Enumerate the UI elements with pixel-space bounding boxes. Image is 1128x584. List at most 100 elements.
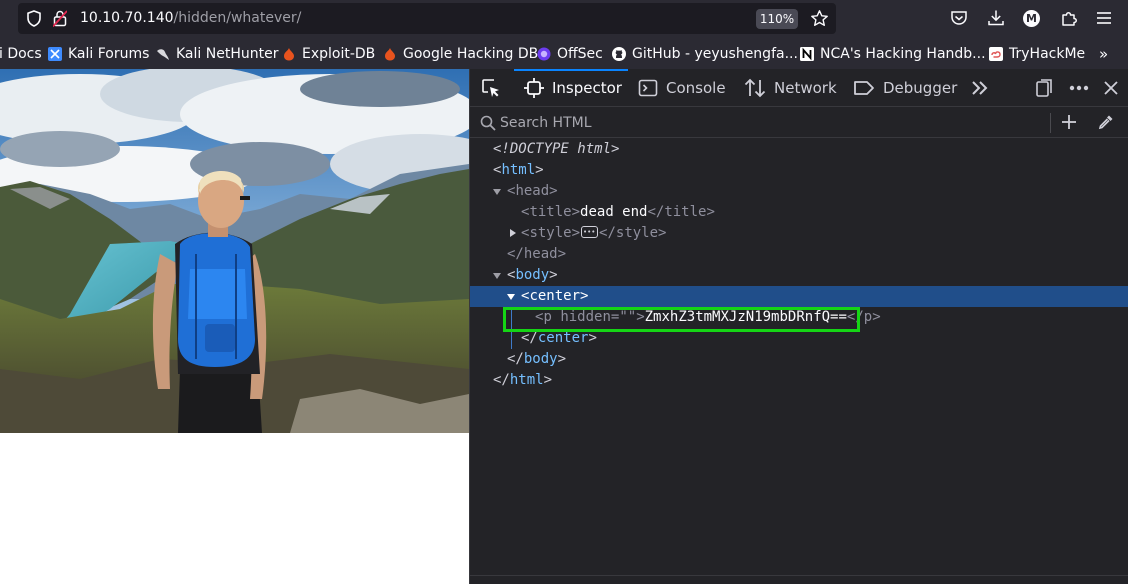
url-bar[interactable]: 10.10.70.140/hidden/whatever/ 110% xyxy=(18,3,836,34)
style-tag-name: style xyxy=(529,225,572,241)
bookmark-label: Kali Forums xyxy=(68,45,150,62)
search-html-input[interactable] xyxy=(500,113,1040,133)
devtools-toolbar: Inspector Console Network Debugger xyxy=(470,69,1128,107)
center-close-tag-name: center xyxy=(537,330,589,346)
zoom-level-button[interactable]: 110% xyxy=(756,9,798,29)
devtools-options-ellipsis-icon[interactable] xyxy=(1068,69,1090,107)
element-picker-icon[interactable] xyxy=(480,69,502,107)
style-node[interactable]: <style></style> xyxy=(470,222,1128,244)
html-tag-name: html xyxy=(501,162,536,178)
body-close-tag-name: body xyxy=(523,351,558,367)
body-node[interactable]: <body> xyxy=(470,265,1128,286)
close-devtools-icon[interactable] xyxy=(1103,69,1119,107)
tab-network[interactable]: Network xyxy=(744,69,837,107)
collapsed-content-ellipsis-icon[interactable] xyxy=(581,222,599,243)
kali-forums-icon xyxy=(48,46,62,61)
collapse-triangle-icon[interactable] xyxy=(493,189,501,195)
bookmark-nca-hacking-handbook[interactable]: NCA's Hacking Handb... xyxy=(800,45,986,62)
bookmark-label: GitHub - yeyushengfa... xyxy=(632,45,798,62)
html-close-node[interactable]: </html> xyxy=(470,370,1128,391)
url-path: /hidden/whatever/ xyxy=(173,10,302,26)
body-tag-name: body xyxy=(515,267,550,283)
tab-label: Console xyxy=(666,79,726,97)
tab-label: Debugger xyxy=(883,79,958,97)
navigation-toolbar: 10.10.70.140/hidden/whatever/ 110% M xyxy=(0,0,1128,37)
title-text: dead end xyxy=(580,204,648,220)
head-node[interactable]: <head> xyxy=(470,181,1128,202)
p-close-tag-name: p xyxy=(863,309,873,325)
bookmark-star-icon[interactable] xyxy=(810,9,829,32)
offsec-icon xyxy=(537,47,551,61)
hamburger-menu-icon[interactable] xyxy=(1096,9,1112,31)
bookmark-offsec[interactable]: OffSec xyxy=(537,45,603,62)
bookmark-google-hacking-db[interactable]: Google Hacking DB xyxy=(383,45,538,62)
expand-triangle-icon[interactable] xyxy=(510,229,516,237)
toolbar-divider xyxy=(1050,113,1051,133)
downloads-icon[interactable] xyxy=(987,9,1005,31)
tab-debugger[interactable]: Debugger xyxy=(853,69,957,107)
extensions-puzzle-icon[interactable] xyxy=(1060,9,1078,31)
url-text[interactable]: 10.10.70.140/hidden/whatever/ xyxy=(80,10,301,26)
green-highlight-box xyxy=(503,307,860,332)
kali-dragon-icon xyxy=(156,47,170,61)
tab-label: Network xyxy=(774,79,837,97)
web-content xyxy=(0,69,469,584)
bookmark-docs[interactable]: i Docs xyxy=(0,45,42,62)
head-close-tag-name: head xyxy=(523,246,558,262)
center-node-selected[interactable]: <center> xyxy=(470,286,1128,307)
devtools-panel: Inspector Console Network Debugger Searc… xyxy=(469,69,1128,584)
bookmark-label: Exploit-DB xyxy=(302,45,376,62)
bookmark-kali-nethunter[interactable]: Kali NetHunter xyxy=(156,45,278,62)
exploit-db-icon xyxy=(282,47,296,61)
bookmark-label: TryHackMe xyxy=(1009,45,1086,62)
more-tabs-chevron-icon[interactable] xyxy=(970,69,990,107)
collapse-triangle-icon[interactable] xyxy=(493,273,501,279)
dock-toggle-icon[interactable] xyxy=(1034,69,1054,107)
console-icon xyxy=(638,78,658,98)
devtools-breadcrumb-border xyxy=(470,575,1128,576)
html-search-bar xyxy=(470,107,1128,138)
html-close-tag-name: html xyxy=(509,372,544,388)
debugger-icon xyxy=(853,79,875,97)
tryhackme-icon xyxy=(989,46,1003,61)
bookmark-tryhackme[interactable]: TryHackMe xyxy=(989,45,1085,62)
inspector-icon xyxy=(524,78,544,98)
account-avatar[interactable]: M xyxy=(1023,10,1040,27)
nca-icon xyxy=(800,46,814,61)
pocket-icon[interactable] xyxy=(950,9,968,31)
ghdb-icon xyxy=(383,47,397,61)
tab-console[interactable]: Console xyxy=(638,69,726,107)
title-tag-name: title xyxy=(529,204,572,220)
bookmark-exploit-db[interactable]: Exploit-DB xyxy=(282,45,375,62)
bookmark-label: i Docs xyxy=(0,45,42,62)
collapse-triangle-icon[interactable] xyxy=(507,294,515,300)
markup-view: <!DOCTYPE html> <html> <head> <title>dea… xyxy=(470,139,1128,569)
bookmark-label: Google Hacking DB xyxy=(403,45,539,62)
bookmarks-toolbar: i Docs Kali Forums Kali NetHunter Exploi… xyxy=(0,37,1128,69)
title-node[interactable]: <title>dead end</title> xyxy=(470,202,1128,223)
doctype-text: <!DOCTYPE html> xyxy=(493,141,620,157)
title-close-tag-name: title xyxy=(664,204,707,220)
head-close-node[interactable]: </head> xyxy=(470,244,1128,265)
search-icon xyxy=(480,115,496,135)
head-tag-name: head xyxy=(515,183,550,199)
bookmark-label: NCA's Hacking Handb... xyxy=(820,45,986,62)
style-close-tag-name: style xyxy=(615,225,659,241)
tab-inspector[interactable]: Inspector xyxy=(524,69,622,107)
doctype-node[interactable]: <!DOCTYPE html> xyxy=(470,139,1128,160)
network-icon xyxy=(744,78,766,98)
add-node-plus-icon[interactable] xyxy=(1060,113,1078,135)
github-icon xyxy=(612,46,626,61)
url-host: 10.10.70.140 xyxy=(80,10,174,26)
html-node[interactable]: <html> xyxy=(470,160,1128,181)
body-close-node[interactable]: </body> xyxy=(470,349,1128,370)
tracking-protection-shield-icon[interactable] xyxy=(26,10,42,31)
eyedropper-icon[interactable] xyxy=(1097,113,1115,135)
bookmark-label: OffSec xyxy=(557,45,603,62)
bookmarks-overflow-chevron-icon[interactable]: » xyxy=(1099,45,1108,63)
bookmark-github[interactable]: GitHub - yeyushengfa... xyxy=(612,45,798,62)
insecure-lock-icon[interactable] xyxy=(52,10,68,31)
bookmark-kali-forums[interactable]: Kali Forums xyxy=(48,45,149,62)
hiker-landscape-image xyxy=(0,69,469,433)
bookmark-label: Kali NetHunter xyxy=(176,45,279,62)
